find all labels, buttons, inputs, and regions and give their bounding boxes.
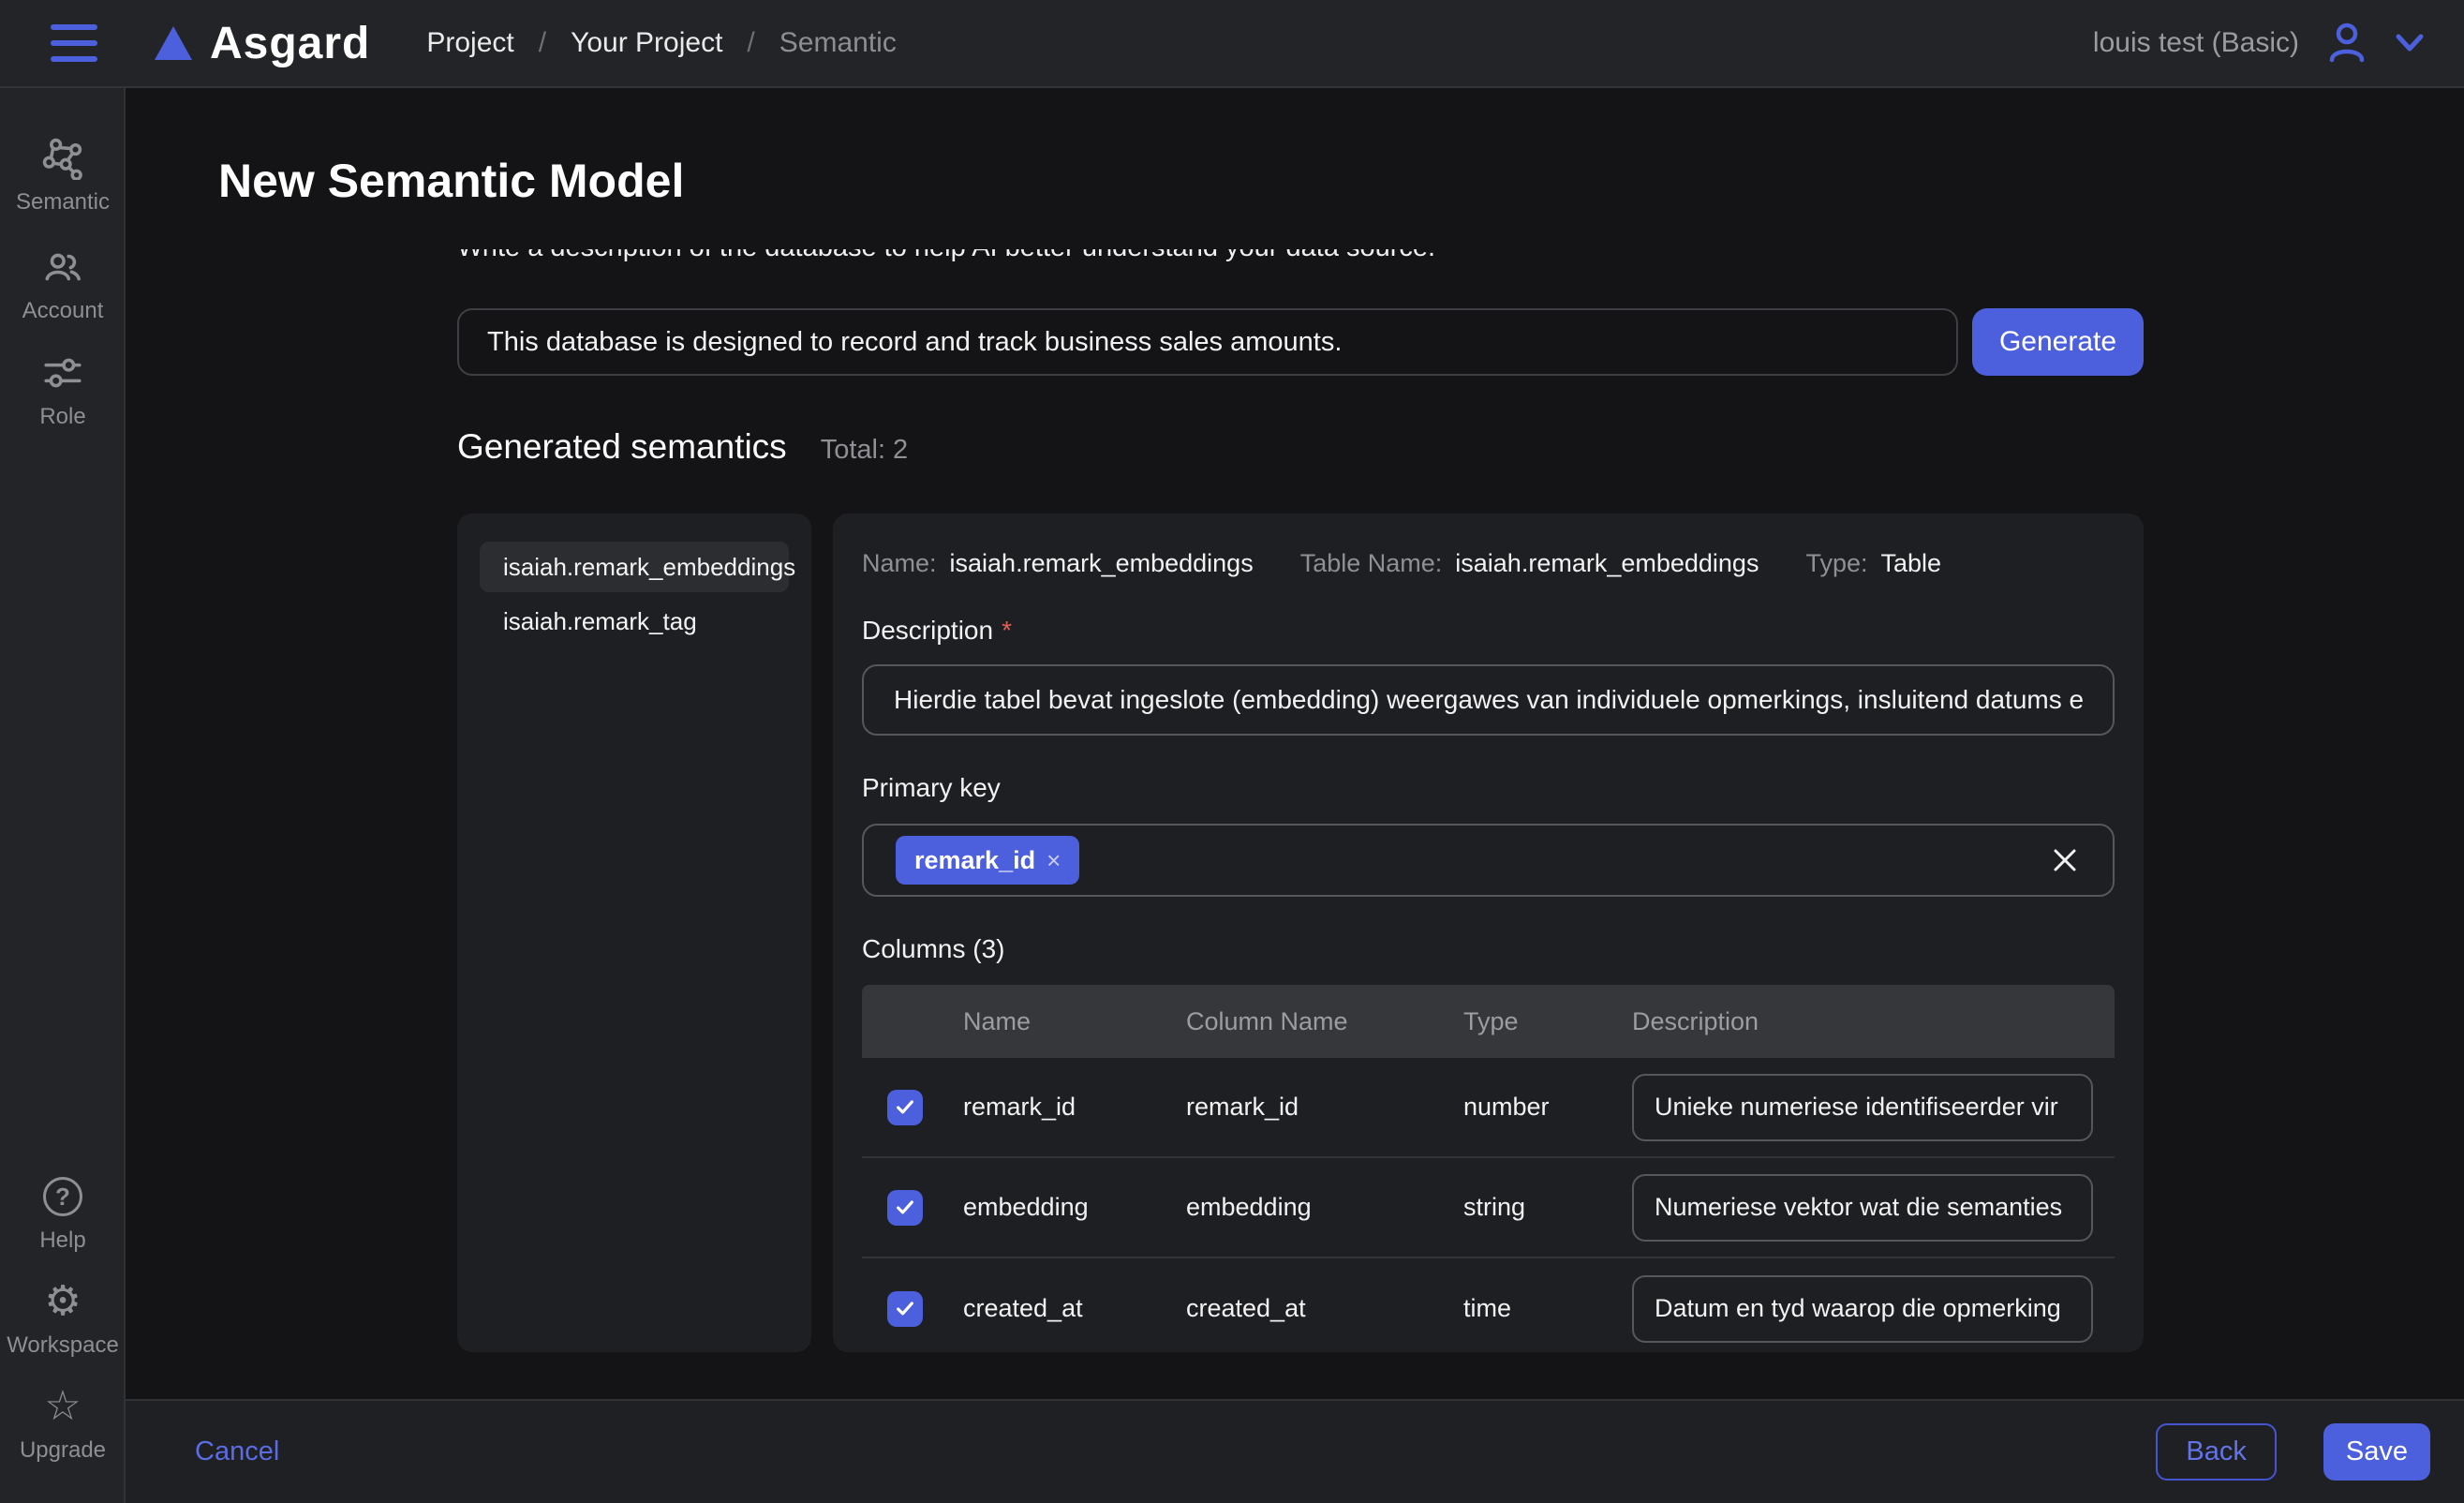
list-item-remark-embeddings[interactable]: isaiah.remark_embeddings xyxy=(480,542,789,592)
sliders-icon xyxy=(41,351,84,394)
sidebar-item-upgrade[interactable]: ☆ Upgrade xyxy=(0,1385,126,1464)
sidebar-item-label: Account xyxy=(22,298,104,324)
page-title: New Semantic Model xyxy=(218,154,684,208)
user-menu-chevron-down-icon[interactable] xyxy=(2395,33,2425,53)
type-value: Table xyxy=(1881,549,1942,578)
table-name-label: Table Name: xyxy=(1300,549,1443,578)
primary-key-select[interactable]: remark_id × xyxy=(862,824,2115,897)
row-checkbox[interactable] xyxy=(887,1090,923,1125)
model-list-panel: isaiah.remark_embeddings isaiah.remark_t… xyxy=(457,513,811,1352)
breadcrumb-separator: / xyxy=(747,27,754,59)
column-description-input[interactable] xyxy=(1632,1174,2093,1242)
star-icon: ☆ xyxy=(41,1385,84,1428)
sidebar-item-account[interactable]: Account xyxy=(0,246,126,324)
name-value: isaiah.remark_embeddings xyxy=(950,549,1254,578)
description-field-label: Description * xyxy=(862,616,2115,646)
cell-type: string xyxy=(1463,1193,1632,1222)
header-column-name: Column Name xyxy=(1186,1007,1463,1036)
primary-key-tag-label: remark_id xyxy=(914,846,1035,875)
breadcrumb-separator: / xyxy=(539,27,546,59)
helper-text-clipped: Write a description of the database to h… xyxy=(457,249,1769,275)
model-meta-row: Name: isaiah.remark_embeddings Table Nam… xyxy=(862,549,2115,578)
topbar: Asgard Project / Your Project / Semantic… xyxy=(0,0,2464,88)
required-marker: * xyxy=(1002,616,1012,646)
sidebar-item-label: Upgrade xyxy=(20,1437,106,1464)
table-row: embedding embedding string xyxy=(862,1158,2115,1258)
cancel-button[interactable]: Cancel xyxy=(195,1436,279,1467)
primary-key-tag: remark_id × xyxy=(896,836,1079,885)
sidebar-item-semantic[interactable]: Semantic xyxy=(0,137,126,216)
sidebar-item-label: Workspace xyxy=(7,1332,119,1359)
cell-type: time xyxy=(1463,1294,1632,1323)
section-title: Generated semantics xyxy=(457,427,787,467)
header-name: Name xyxy=(963,1007,1186,1036)
logo-text: Asgard xyxy=(210,18,370,69)
header-description: Description xyxy=(1632,1007,2105,1036)
user-avatar-icon[interactable] xyxy=(2323,20,2370,67)
cell-column-name: created_at xyxy=(1186,1294,1463,1323)
table-row: remark_id remark_id number xyxy=(862,1058,2115,1158)
sidebar-item-label: Role xyxy=(39,404,85,430)
logo-triangle-icon xyxy=(152,23,195,63)
cell-type: number xyxy=(1463,1093,1632,1122)
breadcrumb-your-project[interactable]: Your Project xyxy=(571,27,722,59)
list-item-remark-tag[interactable]: isaiah.remark_tag xyxy=(480,596,789,647)
graph-icon xyxy=(41,137,84,180)
column-description-input[interactable] xyxy=(1632,1275,2093,1343)
help-icon: ? xyxy=(41,1175,84,1218)
columns-table: Name Column Name Type Description remark… xyxy=(862,985,2115,1359)
column-description-input[interactable] xyxy=(1632,1074,2093,1141)
breadcrumb-semantic: Semantic xyxy=(779,27,897,59)
row-checkbox[interactable] xyxy=(887,1291,923,1327)
people-icon xyxy=(41,246,84,289)
cell-name: remark_id xyxy=(963,1093,1186,1122)
user-plan-label: louis test (Basic) xyxy=(2093,27,2299,59)
header-type: Type xyxy=(1463,1007,1632,1036)
breadcrumb-project[interactable]: Project xyxy=(426,27,513,59)
sidebar-item-workspace[interactable]: ⚙ Workspace xyxy=(0,1280,126,1359)
columns-label: Columns (3) xyxy=(862,934,2115,964)
app-logo[interactable]: Asgard xyxy=(152,18,370,69)
topbar-user-area: louis test (Basic) xyxy=(2093,20,2425,67)
remove-tag-icon[interactable]: × xyxy=(1046,848,1061,872)
save-button[interactable]: Save xyxy=(2323,1423,2430,1481)
sidebar-item-label: Help xyxy=(39,1228,85,1254)
cell-column-name: remark_id xyxy=(1186,1093,1463,1122)
model-description-input[interactable] xyxy=(862,664,2115,736)
sidebar: Semantic Account Role ? xyxy=(0,88,126,1503)
generate-button[interactable]: Generate xyxy=(1972,308,2144,376)
primary-key-label: Primary key xyxy=(862,773,2115,803)
cell-column-name: embedding xyxy=(1186,1193,1463,1222)
app-root: Asgard Project / Your Project / Semantic… xyxy=(0,0,2464,1503)
generated-semantics-heading: Generated semantics Total: 2 xyxy=(457,427,908,467)
total-count: Total: 2 xyxy=(821,435,909,466)
table-name-value: isaiah.remark_embeddings xyxy=(1455,549,1759,578)
main-content: New Semantic Model Write a description o… xyxy=(126,88,2464,1503)
row-checkbox[interactable] xyxy=(887,1190,923,1226)
cell-name: embedding xyxy=(963,1193,1186,1222)
name-label: Name: xyxy=(862,549,937,578)
gear-icon: ⚙ xyxy=(41,1280,84,1323)
model-detail-panel: Name: isaiah.remark_embeddings Table Nam… xyxy=(833,513,2144,1352)
sidebar-item-role[interactable]: Role xyxy=(0,351,126,430)
sidebar-item-help[interactable]: ? Help xyxy=(0,1175,126,1254)
columns-table-header: Name Column Name Type Description xyxy=(862,985,2115,1058)
type-label: Type: xyxy=(1805,549,1867,578)
breadcrumb: Project / Your Project / Semantic xyxy=(426,27,896,59)
table-row: created_at created_at time xyxy=(862,1258,2115,1359)
cell-name: created_at xyxy=(963,1294,1186,1323)
db-description-input[interactable] xyxy=(457,308,1958,376)
clear-selection-icon[interactable] xyxy=(2049,844,2081,876)
footer-actions: Back Save xyxy=(2156,1423,2430,1481)
back-button[interactable]: Back xyxy=(2156,1423,2276,1481)
sidebar-item-label: Semantic xyxy=(16,189,110,216)
footer-bar: Cancel Back Save xyxy=(126,1399,2464,1503)
hamburger-menu-icon[interactable] xyxy=(51,24,97,62)
